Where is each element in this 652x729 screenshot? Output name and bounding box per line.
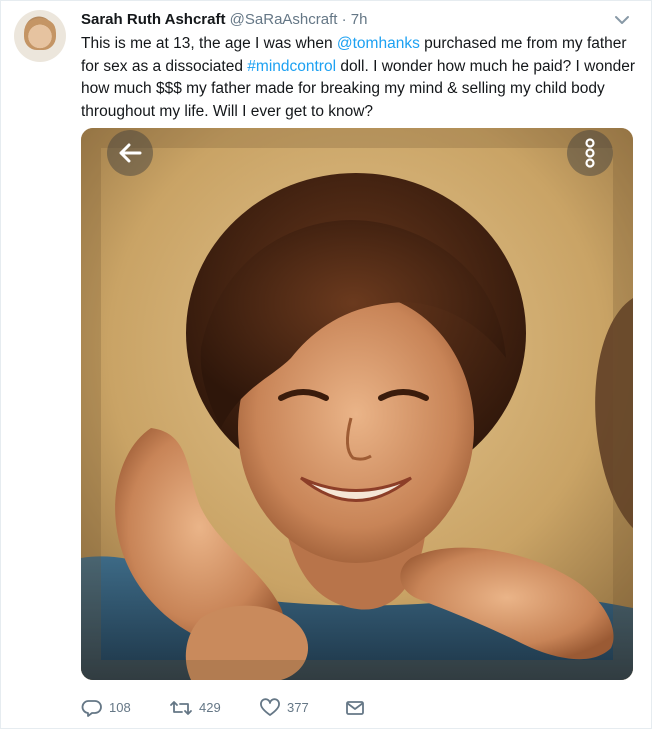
photo-more-button[interactable] bbox=[567, 130, 613, 176]
hashtag-link[interactable]: #mindcontrol bbox=[247, 58, 336, 75]
mention-link[interactable]: @tomhanks bbox=[337, 35, 420, 52]
timestamp[interactable]: 7h bbox=[351, 11, 368, 28]
dm-button[interactable] bbox=[344, 695, 366, 719]
author-handle[interactable]: @SaRaAshcraft bbox=[230, 11, 338, 28]
like-button[interactable]: 377 bbox=[259, 695, 309, 719]
retweet-count: 429 bbox=[199, 699, 221, 715]
photo-illustration bbox=[81, 128, 633, 680]
retweet-button[interactable]: 429 bbox=[169, 695, 221, 719]
reply-icon bbox=[81, 699, 102, 717]
more-vertical-icon bbox=[585, 138, 595, 168]
heart-icon bbox=[260, 697, 280, 716]
author-name[interactable]: Sarah Ruth Ashcraft bbox=[81, 11, 225, 28]
chevron-down-icon[interactable] bbox=[613, 13, 631, 27]
arrow-left-icon bbox=[119, 143, 142, 163]
like-count: 377 bbox=[287, 699, 309, 715]
avatar[interactable] bbox=[14, 10, 66, 62]
tweet-header: Sarah Ruth Ashcraft @SaRaAshcraft · 7h bbox=[81, 11, 367, 29]
avatar-face bbox=[24, 16, 56, 50]
tweet-card: Sarah Ruth Ashcraft @SaRaAshcraft · 7h T… bbox=[0, 0, 652, 729]
separator-dot: · bbox=[341, 11, 347, 28]
envelope-icon bbox=[346, 700, 364, 715]
reply-count: 108 bbox=[109, 699, 131, 715]
tweet-text: This is me at 13, the age I was when @to… bbox=[81, 33, 641, 123]
tweet-text-part: This is me at 13, the age I was when bbox=[81, 35, 337, 52]
reply-button[interactable]: 108 bbox=[81, 695, 131, 719]
retweet-icon bbox=[170, 700, 192, 715]
tweet-photo[interactable] bbox=[81, 128, 633, 680]
photo-back-button[interactable] bbox=[107, 130, 153, 176]
